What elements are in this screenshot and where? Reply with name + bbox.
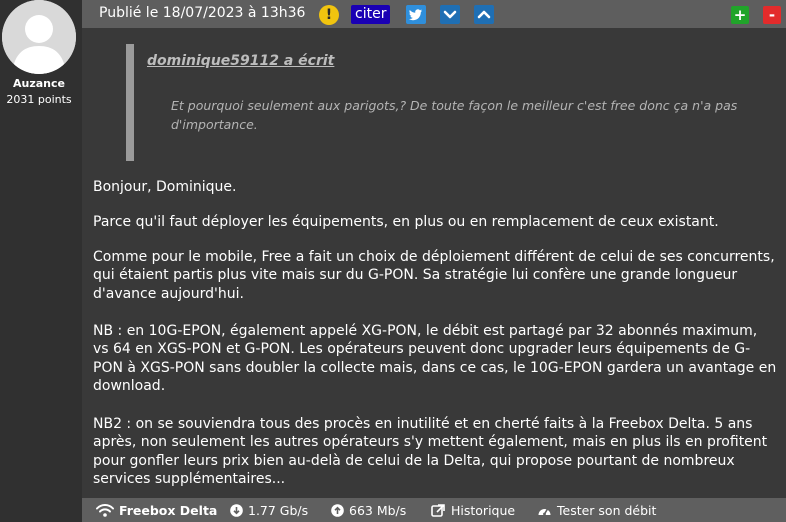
author-points: 2031 points [6,93,72,106]
connection-footer: Freebox Delta 1.77 Gb/s 663 Mb/s Histori… [82,498,786,522]
author-name[interactable]: Auzance [0,77,78,90]
freebox-info: Freebox Delta [96,503,217,518]
quote-button[interactable]: citer [351,5,391,24]
downvote-button[interactable]: - [763,6,781,24]
quote-bar [126,44,134,161]
quote-author-link[interactable]: dominique59112 a écrit [147,53,334,69]
wifi-icon [96,504,114,517]
download-speed: 1.77 Gb/s [230,503,308,518]
report-icon[interactable]: ! [319,5,339,25]
chevron-down-icon [443,10,457,19]
external-link-icon [431,504,445,517]
next-post-button[interactable] [440,5,460,24]
twitter-icon [409,9,422,21]
speedometer-icon [538,508,551,516]
chevron-up-icon [477,10,491,19]
post-paragraph: Parce qu'il faut déployer les équipement… [93,214,719,230]
upload-icon [331,504,344,517]
previous-post-button[interactable] [474,5,494,24]
history-label[interactable]: Historique [451,503,515,518]
download-value: 1.77 Gb/s [248,503,309,518]
avatar[interactable] [2,0,76,74]
quote-text: Et pourquoi seulement aux parigots,? De … [171,98,738,132]
twitter-share-button[interactable] [406,5,426,24]
upvote-button[interactable]: + [731,6,749,24]
speed-test-link[interactable]: Tester son débit [537,503,656,518]
post-paragraph: Bonjour, Dominique. [93,179,237,195]
published-date: Publié le 18/07/2023 à 13h36 [99,5,306,21]
post-header: Publié le 18/07/2023 à 13h36 ! citer + - [82,0,786,28]
download-icon [230,504,243,517]
history-link[interactable]: Historique [431,503,515,518]
upload-speed: 663 Mb/s [331,503,406,518]
post-paragraph: Comme pour le mobile, Free a fait un cho… [93,249,775,302]
default-avatar-icon [2,0,76,74]
freebox-label: Freebox Delta [119,503,218,518]
post-paragraph: NB2 : on se souviendra tous des procès e… [93,416,768,488]
post-content: dominique59112 a écrit Et pourquoi seule… [82,28,786,498]
post-paragraph: NB : en 10G-EPON, également appelé XG-PO… [93,323,777,395]
author-column: Auzance 2031 points [0,0,82,522]
upload-value: 663 Mb/s [349,503,407,518]
speed-test-label[interactable]: Tester son débit [557,503,656,518]
